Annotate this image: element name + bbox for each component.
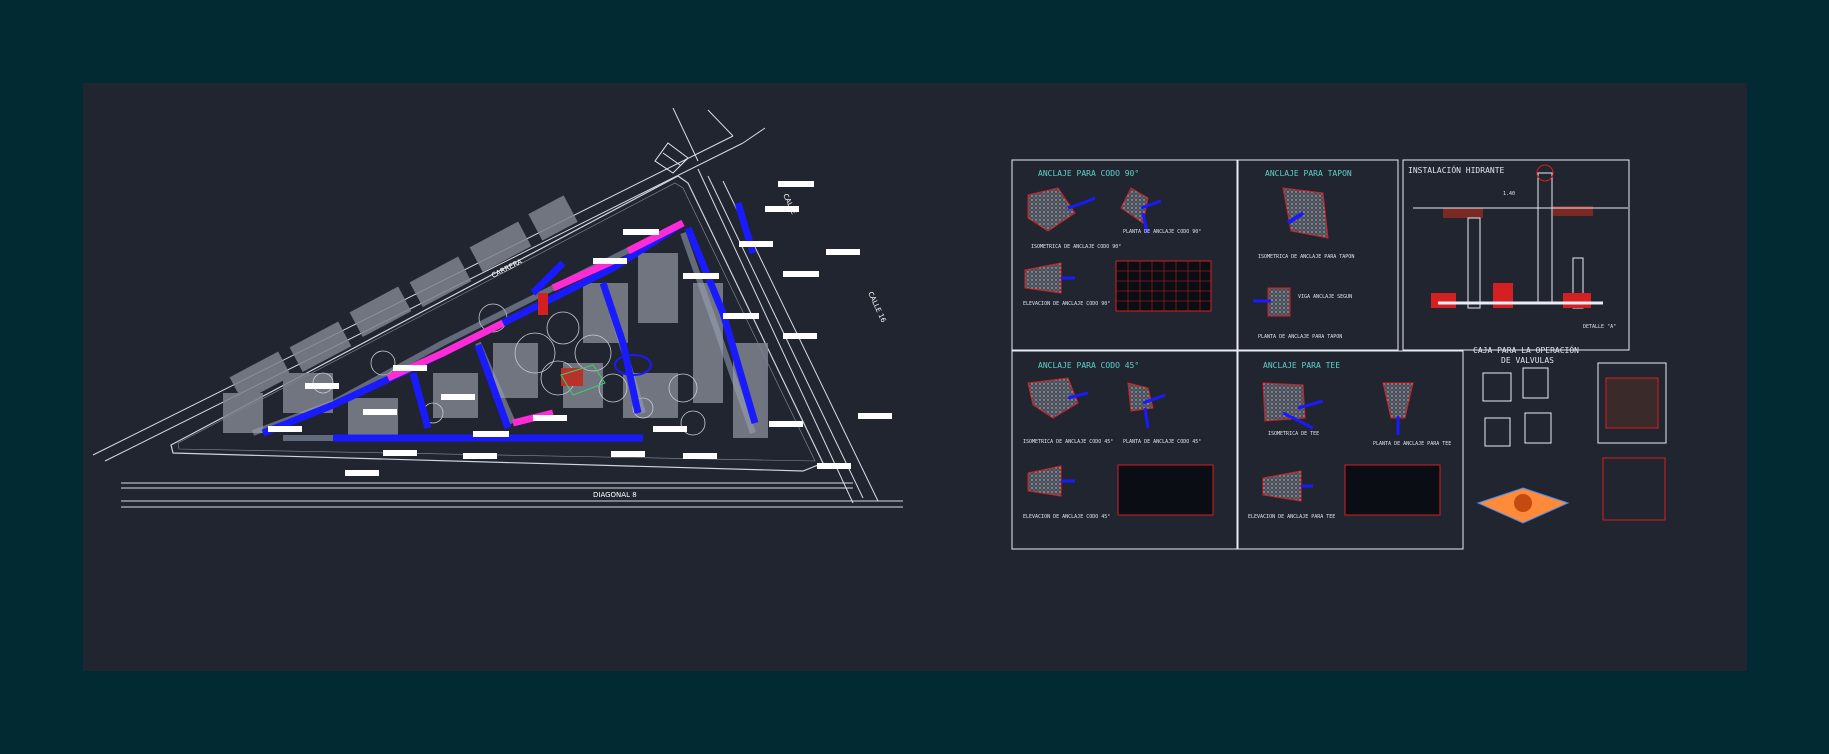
spec-table (1115, 260, 1212, 312)
elevation-block (1024, 262, 1062, 294)
detail-anclaje-tee: ANCLAJE PARA TEE ISOMETRICA DE TEE PLANT… (1248, 361, 1451, 520)
street-label-calle: CALLE 16 (866, 290, 887, 324)
label-elevation: ELEVACION DE ANCLAJE CODO 90° (1023, 301, 1110, 307)
detail-title-hidrante: INSTALACIÓN HIDRANTE (1408, 164, 1505, 175)
label-plan: PLANTA DE ANCLAJE PARA TEE (1373, 441, 1451, 447)
label-isometric: ISOMETRICA DE ANCLAJE CODO 90° (1031, 244, 1121, 250)
detail-hidrante: INSTALACIÓN HIDRANTE 1.40 DETALLE "A" (1408, 164, 1628, 330)
detail-anclaje-45: ANCLAJE PARA CODO 45° ISOMETRICA DE ANCL… (1023, 361, 1214, 520)
street-label-calle-b: CALLE (781, 192, 798, 215)
detail-anclaje-90: ANCLAJE PARA CODO 90° ISOMETRICA DE ANCL… (1023, 169, 1212, 312)
label-plan: PLANTA DE ANCLAJE PARA TAPON (1258, 334, 1342, 340)
cad-canvas[interactable]: CARRERA CALLE 16 CALLE DIAGONAL 8 ANCLAJ… (83, 83, 1747, 671)
detail-caja-valvulas: CAJA PARA LA OPERACIÓN DE VALVULAS (1473, 344, 1667, 524)
label-elevation: ELEVACION DE ANCLAJE PARA TEE (1248, 514, 1335, 520)
label-isometric: ISOMETRICA DE ANCLAJE CODO 45° (1023, 439, 1113, 445)
detail-title-anclaje-tapon: ANCLAJE PARA TAPON (1265, 169, 1352, 178)
label-elevation: ELEVACION DE ANCLAJE CODO 45° (1023, 514, 1110, 520)
label-plan: PLANTA DE ANCLAJE CODO 90° (1123, 229, 1201, 235)
cad-drawing-viewport[interactable]: CARRERA CALLE 16 CALLE DIAGONAL 8 ANCLAJ… (83, 83, 1747, 671)
caja-title-1: CAJA PARA LA OPERACIÓN (1473, 344, 1579, 355)
frame-anclaje-90 (1011, 159, 1238, 351)
spec-table (1344, 464, 1441, 516)
label-note: VIGA ANCLAJE SEGUN (1298, 294, 1352, 300)
street-label-diagonal: DIAGONAL 8 (593, 491, 637, 499)
label-plan: PLANTA DE ANCLAJE CODO 45° (1123, 439, 1201, 445)
label-isometric: ISOMETRICA DE ANCLAJE PARA TAPON (1258, 254, 1354, 260)
isometric-block (1027, 187, 1076, 232)
street-lines (92, 107, 903, 508)
spec-table (1117, 464, 1214, 516)
site-plan: CARRERA CALLE 16 CALLE DIAGONAL 8 (92, 107, 903, 508)
north-arrow-icon (654, 142, 689, 174)
frame-hidrante (1402, 159, 1630, 351)
detail-anclaje-tapon: ANCLAJE PARA TAPON ISOMETRICA DE ANCLAJE… (1253, 169, 1354, 340)
detail-title-anclaje-tee: ANCLAJE PARA TEE (1263, 361, 1340, 370)
dimension-label: 1.40 (1503, 191, 1515, 197)
detail-callout: DETALLE "A" (1583, 324, 1616, 330)
caja-title-2: DE VALVULAS (1501, 356, 1554, 365)
pump-house (561, 368, 583, 386)
tank-marker (538, 293, 548, 315)
label-isometric: ISOMETRICA DE TEE (1268, 431, 1319, 437)
detail-title-anclaje-45: ANCLAJE PARA CODO 45° (1038, 361, 1139, 370)
detail-title-anclaje-90: ANCLAJE PARA CODO 90° (1038, 169, 1139, 178)
